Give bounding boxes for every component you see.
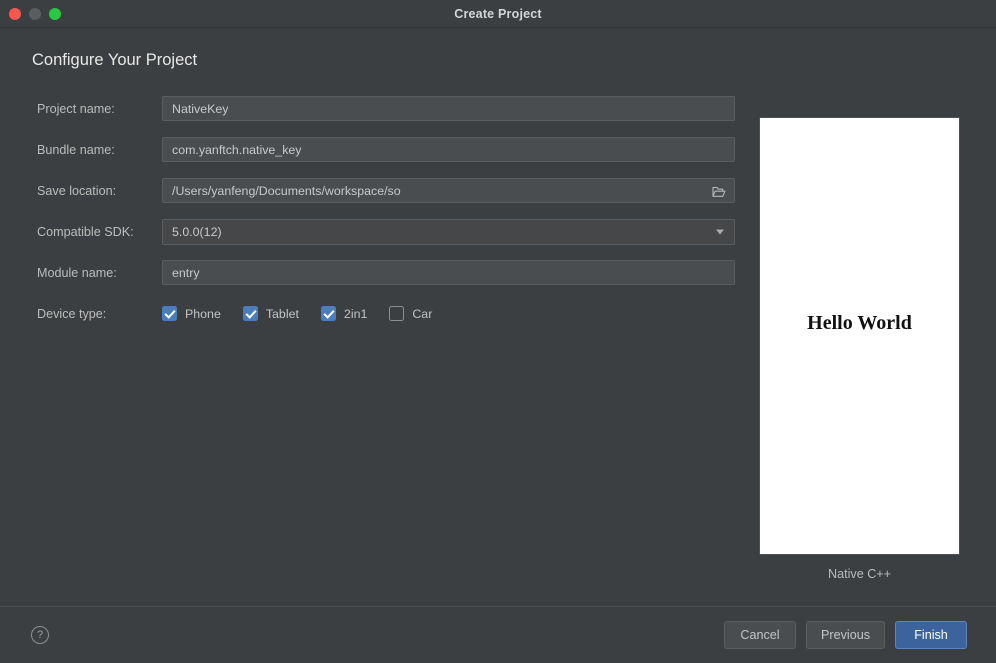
form-row-compatible-sdk: Compatible SDK: 5.0.0(12): [0, 211, 760, 252]
window-title: Create Project: [454, 6, 542, 21]
label-device-type: Device type:: [37, 306, 107, 321]
checkbox-label-2in1: 2in1: [343, 306, 368, 321]
form-row-device-type: Device type: Phone Tablet 2in1 Car: [0, 293, 760, 334]
finish-button[interactable]: Finish: [895, 621, 967, 649]
window-controls: [9, 0, 61, 28]
checkbox-label-tablet: Tablet: [265, 306, 299, 321]
template-preview: Hello World Native C++: [760, 118, 959, 581]
save-location-input[interactable]: /Users/yanfeng/Documents/workspace/so: [162, 178, 735, 203]
zoom-button[interactable]: [49, 8, 61, 20]
cancel-button[interactable]: Cancel: [724, 621, 796, 649]
checkbox-phone[interactable]: [162, 306, 177, 321]
module-name-value: entry: [172, 265, 200, 280]
checkbox-label-car: Car: [412, 306, 433, 321]
field-wrap-module-name: entry: [162, 260, 735, 285]
form-row-module-name: Module name: entry: [0, 252, 760, 293]
checkbox-item-2in1[interactable]: 2in1: [320, 306, 368, 321]
checkbox-tablet[interactable]: [242, 306, 258, 321]
checkbox-item-tablet[interactable]: Tablet: [242, 306, 299, 321]
label-compatible-sdk: Compatible SDK:: [37, 224, 134, 239]
previous-button[interactable]: Previous: [806, 621, 885, 649]
project-name-value: NativeKey: [172, 101, 229, 116]
page-title: Configure Your Project: [32, 51, 198, 69]
close-button[interactable]: [9, 8, 21, 20]
compatible-sdk-value: 5.0.0(12): [172, 224, 222, 239]
chevron-down-icon[interactable]: [716, 229, 724, 234]
label-project-name: Project name:: [37, 101, 115, 116]
help-glyph: ?: [36, 628, 44, 641]
compatible-sdk-select[interactable]: 5.0.0(12): [162, 218, 735, 245]
checkbox-item-phone[interactable]: Phone: [162, 306, 221, 321]
bundle-name-value: com.yanftch.native_key: [172, 142, 302, 157]
field-wrap-bundle-name: com.yanftch.native_key: [162, 137, 735, 162]
footer-button-group: Cancel Previous Finish: [724, 621, 967, 649]
preview-caption: Native C++: [828, 567, 891, 581]
checkbox-car[interactable]: [389, 306, 405, 321]
field-wrap-compatible-sdk: 5.0.0(12): [162, 218, 735, 245]
preview-device-screen: Hello World: [760, 118, 959, 554]
create-project-dialog: Create Project Configure Your Project Pr…: [0, 0, 996, 663]
preview-screen-text: Hello World: [807, 311, 912, 334]
folder-icon[interactable]: [712, 185, 726, 197]
project-config-form: Project name: NativeKey Bundle name: com…: [0, 88, 760, 334]
field-wrap-save-location: /Users/yanfeng/Documents/workspace/so: [162, 178, 735, 203]
label-save-location: Save location:: [37, 183, 117, 198]
form-row-bundle-name: Bundle name: com.yanftch.native_key: [0, 129, 760, 170]
module-name-input[interactable]: entry: [162, 260, 735, 285]
help-icon[interactable]: ?: [31, 626, 49, 644]
checkbox-label-phone: Phone: [185, 306, 221, 321]
field-wrap-project-name: NativeKey: [162, 96, 735, 121]
checkbox-item-car[interactable]: Car: [389, 306, 432, 321]
project-name-input[interactable]: NativeKey: [162, 96, 735, 121]
save-location-value: /Users/yanfeng/Documents/workspace/so: [172, 183, 401, 198]
form-row-project-name: Project name: NativeKey: [0, 88, 760, 129]
checkbox-2in1[interactable]: [320, 306, 336, 321]
bundle-name-input[interactable]: com.yanftch.native_key: [162, 137, 735, 162]
label-bundle-name: Bundle name:: [37, 142, 115, 157]
window-titlebar: Create Project: [0, 0, 996, 28]
device-type-checkbox-group: Phone Tablet 2in1 Car: [162, 306, 432, 321]
dialog-body: Configure Your Project Project name: Nat…: [0, 28, 996, 606]
label-module-name: Module name:: [37, 265, 117, 280]
form-row-save-location: Save location: /Users/yanfeng/Documents/…: [0, 170, 760, 211]
dialog-footer: ? Cancel Previous Finish: [0, 606, 996, 663]
minimize-button[interactable]: [29, 8, 41, 20]
